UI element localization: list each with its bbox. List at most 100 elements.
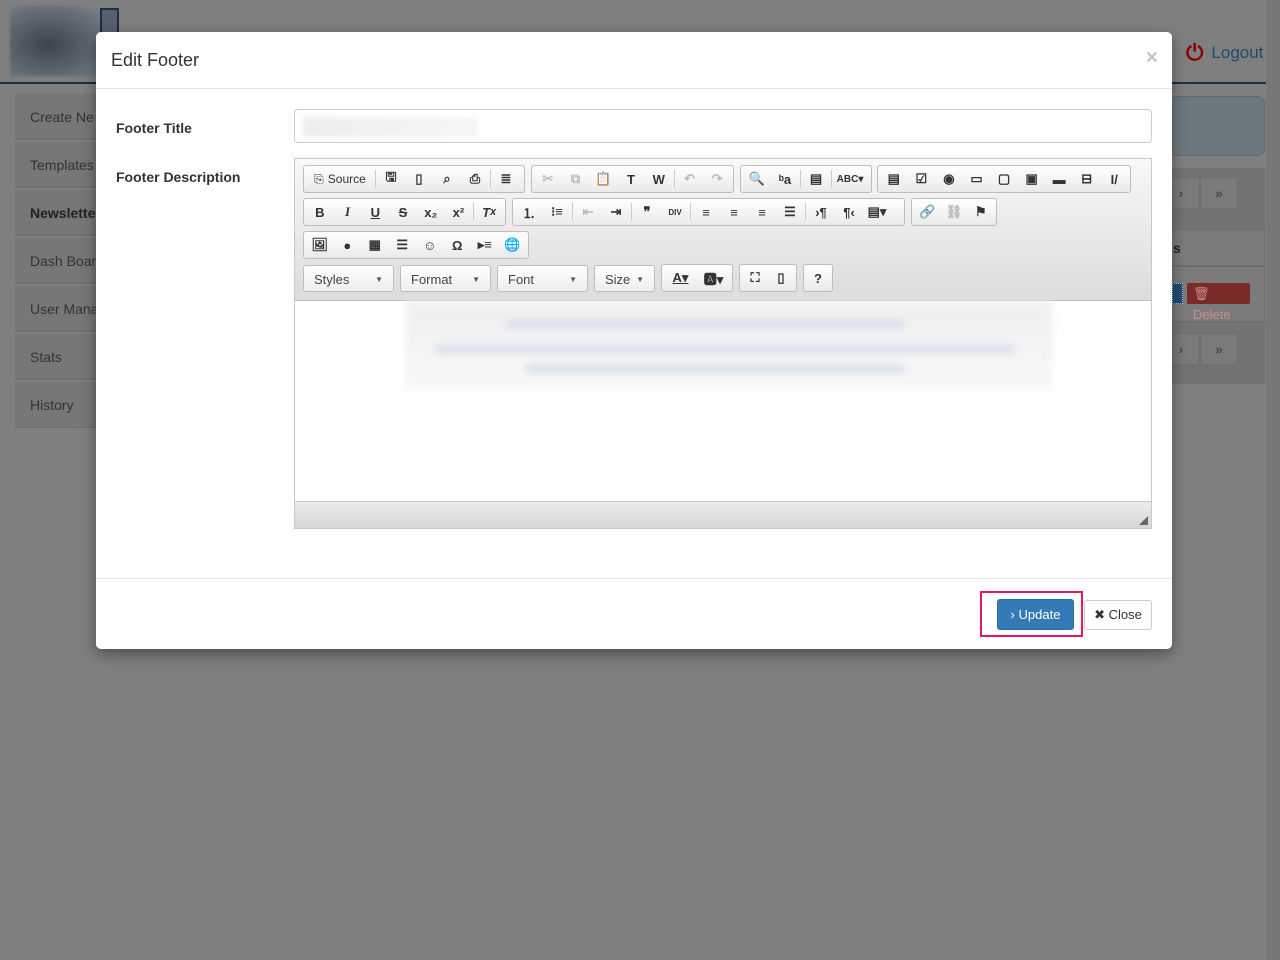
align-right-button[interactable]: ≡ xyxy=(748,200,776,224)
spellcheck-button[interactable]: ABC▾ xyxy=(833,167,867,191)
align-center-button[interactable]: ≡ xyxy=(720,200,748,224)
button-button[interactable]: ▬ xyxy=(1045,167,1073,191)
close-icon[interactable]: × xyxy=(1146,46,1158,70)
preview-button[interactable]: ⌕ xyxy=(433,167,461,191)
find-button[interactable]: 🔍 xyxy=(743,167,771,191)
sidebar-item-user-management[interactable]: User Mana xyxy=(15,286,105,332)
anchor-button[interactable]: ⚑ xyxy=(967,200,994,224)
clipboard-group: ✂ ⧉ 📋 T W ↶ ↷ xyxy=(531,165,734,193)
form-button[interactable]: ▤ xyxy=(880,167,908,191)
table-button[interactable]: ▦ xyxy=(361,233,389,257)
undo-button[interactable]: ↶ xyxy=(676,167,704,191)
flash-button[interactable]: ● xyxy=(334,233,362,257)
underline-button[interactable]: U xyxy=(361,200,389,224)
colors-group: A▾ 🅰▾ xyxy=(661,264,733,292)
save-button[interactable]: 🖫 xyxy=(377,167,405,191)
help-button[interactable]: ? xyxy=(806,266,830,290)
italic-button[interactable]: I xyxy=(334,200,362,224)
sidebar-item-templates[interactable]: Templates xyxy=(15,142,105,188)
logo-frame xyxy=(100,8,119,34)
align-left-button[interactable]: ≡ xyxy=(692,200,720,224)
numbered-list-button[interactable]: ⒈ xyxy=(515,200,543,224)
redacted-title xyxy=(303,117,478,137)
source-button[interactable]: ⎘ Source xyxy=(306,167,374,191)
forms-group: ▤ ☑ ◉ ▭ ▢ ▣ ▬ ⊟ I/ xyxy=(877,165,1131,193)
image-button-button[interactable]: ⊟ xyxy=(1073,167,1101,191)
resize-handle[interactable] xyxy=(1139,516,1148,525)
horizontal-rule-button[interactable]: ☰ xyxy=(389,233,417,257)
table-header: s xyxy=(1170,229,1265,266)
copy-button[interactable]: ⧉ xyxy=(562,167,590,191)
new-page-button[interactable]: ▯ xyxy=(405,167,433,191)
paragraph-group: ⒈ ⁝≡ ⇤ ⇥ ❞ DIV ≡ ≡ ≡ ☰ ›¶ ¶‹ ▤▾ xyxy=(512,198,905,226)
unlink-button[interactable]: ⛓ xyxy=(941,200,968,224)
last-page-button[interactable]: » xyxy=(1200,177,1238,209)
paste-word-button[interactable]: W xyxy=(645,167,673,191)
sidebar: Create Ne Templates Newslette Dash Boar … xyxy=(15,94,105,430)
image-button[interactable]: 🖼 xyxy=(306,233,334,257)
editor-statusbar xyxy=(295,501,1151,528)
select-button[interactable]: ▣ xyxy=(1018,167,1046,191)
size-dropdown[interactable]: Size ▼ xyxy=(594,265,655,292)
rich-text-editor: ⎘ Source 🖫 ▯ ⌕ ⎙ ≣ ✂ ⧉ 📋 T W ↶ ↷ 🔍 ᵇa ▤ ABC▾ ▤ ☑ ◉ ▭ ▢ ▣ ▬ ⊟ I… xyxy=(294,158,1152,529)
text-color-button[interactable]: A▾ xyxy=(664,266,697,290)
page-break-button[interactable]: ▸≡ xyxy=(471,233,499,257)
format-dropdown[interactable]: Format ▼ xyxy=(400,265,491,292)
scrollbar[interactable] xyxy=(1266,0,1280,960)
rtl-button[interactable]: ¶‹ xyxy=(835,200,863,224)
cut-button[interactable]: ✂ xyxy=(534,167,562,191)
close-button[interactable]: ✖ Close xyxy=(1084,600,1152,630)
replace-button[interactable]: ᵇa xyxy=(771,167,799,191)
special-char-button[interactable]: Ω xyxy=(444,233,472,257)
link-button[interactable]: 🔗 xyxy=(914,200,941,224)
superscript-button[interactable]: x² xyxy=(445,200,473,224)
source-icon: ⎘ xyxy=(314,171,324,186)
font-dropdown[interactable]: Font ▼ xyxy=(497,265,588,292)
show-blocks-button[interactable]: ▯ xyxy=(768,266,794,290)
last-page-button-bottom[interactable]: » xyxy=(1200,333,1238,365)
outdent-button[interactable]: ⇤ xyxy=(574,200,602,224)
iframe-button[interactable]: 🌐 xyxy=(499,233,527,257)
sidebar-item-newsletter[interactable]: Newslette xyxy=(15,190,105,236)
editor-content[interactable] xyxy=(295,301,1151,501)
bulleted-list-button[interactable]: ⁝≡ xyxy=(543,200,571,224)
justify-button[interactable]: ☰ xyxy=(776,200,804,224)
sidebar-item-stats[interactable]: Stats xyxy=(15,334,105,380)
redo-button[interactable]: ↷ xyxy=(703,167,731,191)
bold-button[interactable]: B xyxy=(306,200,334,224)
templates-button[interactable]: ≣ xyxy=(492,167,520,191)
div-button[interactable]: DIV xyxy=(661,200,689,224)
select-all-button[interactable]: ▤ xyxy=(802,167,830,191)
delete-button[interactable]: 🗑 Delete xyxy=(1187,283,1250,322)
styles-dropdown[interactable]: Styles ▼ xyxy=(303,265,394,292)
strike-button[interactable]: S xyxy=(389,200,417,224)
info-panel xyxy=(1170,96,1265,156)
editor-toolbar: ⎘ Source 🖫 ▯ ⌕ ⎙ ≣ ✂ ⧉ 📋 T W ↶ ↷ 🔍 ᵇa ▤ ABC▾ ▤ ☑ ◉ ▭ ▢ ▣ ▬ ⊟ I… xyxy=(295,159,1151,301)
sidebar-item-dashboard[interactable]: Dash Boar xyxy=(15,238,105,284)
insert-group: 🖼 ● ▦ ☰ ☺ Ω ▸≡ 🌐 xyxy=(303,231,529,259)
language-button[interactable]: ▤▾ xyxy=(863,200,891,224)
update-button[interactable]: › Update xyxy=(997,599,1074,630)
maximize-button[interactable]: ⛶ xyxy=(742,266,768,290)
sidebar-item-create[interactable]: Create Ne xyxy=(15,94,105,140)
subscript-button[interactable]: x₂ xyxy=(417,200,445,224)
sidebar-item-history[interactable]: History xyxy=(15,382,105,428)
radio-button[interactable]: ◉ xyxy=(935,167,963,191)
footer-title-input[interactable] xyxy=(294,109,1152,143)
checkbox-button[interactable]: ☑ xyxy=(908,167,936,191)
remove-format-button[interactable]: Tx xyxy=(475,200,503,224)
textarea-button[interactable]: ▢ xyxy=(990,167,1018,191)
hidden-field-button[interactable]: I/ xyxy=(1101,167,1129,191)
paste-text-button[interactable]: T xyxy=(617,167,645,191)
smiley-button[interactable]: ☺ xyxy=(416,233,444,257)
edit-button[interactable] xyxy=(1172,283,1183,304)
textfield-button[interactable]: ▭ xyxy=(963,167,991,191)
logout-link[interactable]: ⏻ Logout xyxy=(1186,40,1263,66)
chevron-right-icon: › xyxy=(1010,607,1015,622)
indent-button[interactable]: ⇥ xyxy=(602,200,630,224)
bg-color-button[interactable]: 🅰▾ xyxy=(697,266,730,290)
print-button[interactable]: ⎙ xyxy=(461,167,489,191)
blockquote-button[interactable]: ❞ xyxy=(633,200,661,224)
ltr-button[interactable]: ›¶ xyxy=(807,200,835,224)
paste-button[interactable]: 📋 xyxy=(589,167,617,191)
